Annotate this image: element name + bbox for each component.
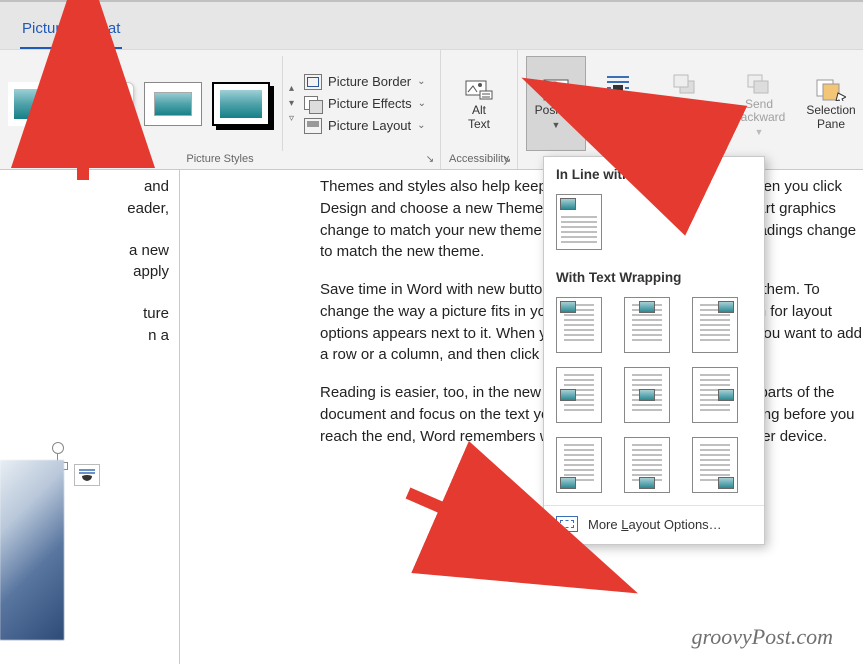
- picture-effects-icon: [304, 96, 322, 112]
- button-label: Alt Text: [468, 104, 490, 132]
- dialog-launcher-icon[interactable]: ↘: [501, 154, 513, 166]
- dropdown-separator: [544, 505, 764, 506]
- rotation-handle[interactable]: [52, 442, 64, 454]
- gallery-more-handle[interactable]: ▿: [289, 113, 294, 124]
- button-label: Selection Pane: [806, 104, 855, 132]
- ribbon-tabs-bar: Picture Format: [0, 0, 863, 50]
- picture-layout-icon: [304, 118, 322, 134]
- position-option-top-left[interactable]: [556, 297, 602, 353]
- gallery-more-handle[interactable]: ▴: [289, 83, 294, 94]
- button-label: Send Backward: [733, 98, 786, 126]
- position-option-middle-center[interactable]: [624, 367, 670, 423]
- left-page-fragment: and eader, a new apply ture n a: [0, 170, 180, 664]
- picture-style-thumb[interactable]: [144, 82, 202, 126]
- group-label: Accessibility ↘: [441, 151, 517, 169]
- position-option-middle-left[interactable]: [556, 367, 602, 423]
- annotation-arrow: [58, 30, 118, 195]
- annotation-arrow: [590, 105, 710, 180]
- chevron-down-icon: ⌄: [418, 98, 426, 109]
- ribbon: ▴ ▾ ▿ Picture Border ⌄ Picture Effects ⌄: [0, 50, 863, 170]
- menu-item-label: More Layout Options…: [588, 517, 722, 532]
- bring-forward-icon: [670, 72, 700, 96]
- wrap-text-icon: [603, 72, 633, 96]
- more-layout-options-item[interactable]: More Layout Options…: [544, 508, 764, 540]
- picture-style-thumb[interactable]: [212, 82, 270, 126]
- text-fragment: ture n a: [0, 303, 169, 347]
- chevron-down-icon: ▼: [552, 120, 561, 130]
- position-option-top-right[interactable]: [692, 297, 738, 353]
- position-icon: [541, 78, 571, 102]
- menu-label: Picture Effects: [328, 96, 412, 111]
- picture-layout-menu[interactable]: Picture Layout ⌄: [304, 118, 426, 134]
- alt-text-button[interactable]: Alt Text: [449, 56, 509, 151]
- gallery-more-handle[interactable]: ▾: [289, 98, 294, 109]
- send-backward-icon: [744, 72, 774, 96]
- group-accessibility: Alt Text Accessibility ↘: [441, 50, 518, 169]
- send-backward-button[interactable]: Send Backward ▼: [722, 56, 796, 151]
- dialog-launcher-icon[interactable]: ↘: [424, 154, 436, 166]
- chevron-down-icon: ⌄: [417, 120, 425, 131]
- picture-format-menus: Picture Border ⌄ Picture Effects ⌄ Pictu…: [304, 74, 432, 134]
- picture-border-menu[interactable]: Picture Border ⌄: [304, 74, 426, 90]
- picture-content: [0, 460, 64, 640]
- selected-picture[interactable]: [0, 460, 72, 640]
- picture-border-icon: [304, 74, 322, 90]
- picture-effects-menu[interactable]: Picture Effects ⌄: [304, 96, 426, 112]
- position-option-top-center[interactable]: [624, 297, 670, 353]
- alt-text-icon: [464, 78, 494, 102]
- selection-pane-button[interactable]: Selection Pane: [798, 56, 863, 151]
- picture-styles-gallery[interactable]: [8, 82, 270, 126]
- position-option-bottom-right[interactable]: [692, 437, 738, 493]
- menu-label: Picture Layout: [328, 118, 411, 133]
- menu-label: Picture Border: [328, 74, 411, 89]
- position-dropdown: In Line with Text With Text Wrapping: [543, 156, 765, 545]
- button-label: Position: [535, 104, 578, 118]
- position-option-inline[interactable]: [556, 194, 602, 250]
- position-button[interactable]: Position ▼: [526, 56, 586, 151]
- chevron-down-icon: ⌄: [417, 76, 425, 87]
- annotation-arrow: [400, 485, 570, 580]
- selection-pane-icon: [816, 78, 846, 102]
- text-fragment: a new apply: [0, 240, 169, 284]
- layout-options-badge[interactable]: [74, 464, 100, 486]
- position-option-middle-right[interactable]: [692, 367, 738, 423]
- position-option-bottom-center[interactable]: [624, 437, 670, 493]
- app-root: Picture Format ▴ ▾ ▿: [0, 0, 863, 664]
- dropdown-section-header: With Text Wrapping: [544, 260, 764, 293]
- watermark: groovyPost.com: [691, 624, 833, 650]
- chevron-down-icon: ▼: [755, 127, 764, 137]
